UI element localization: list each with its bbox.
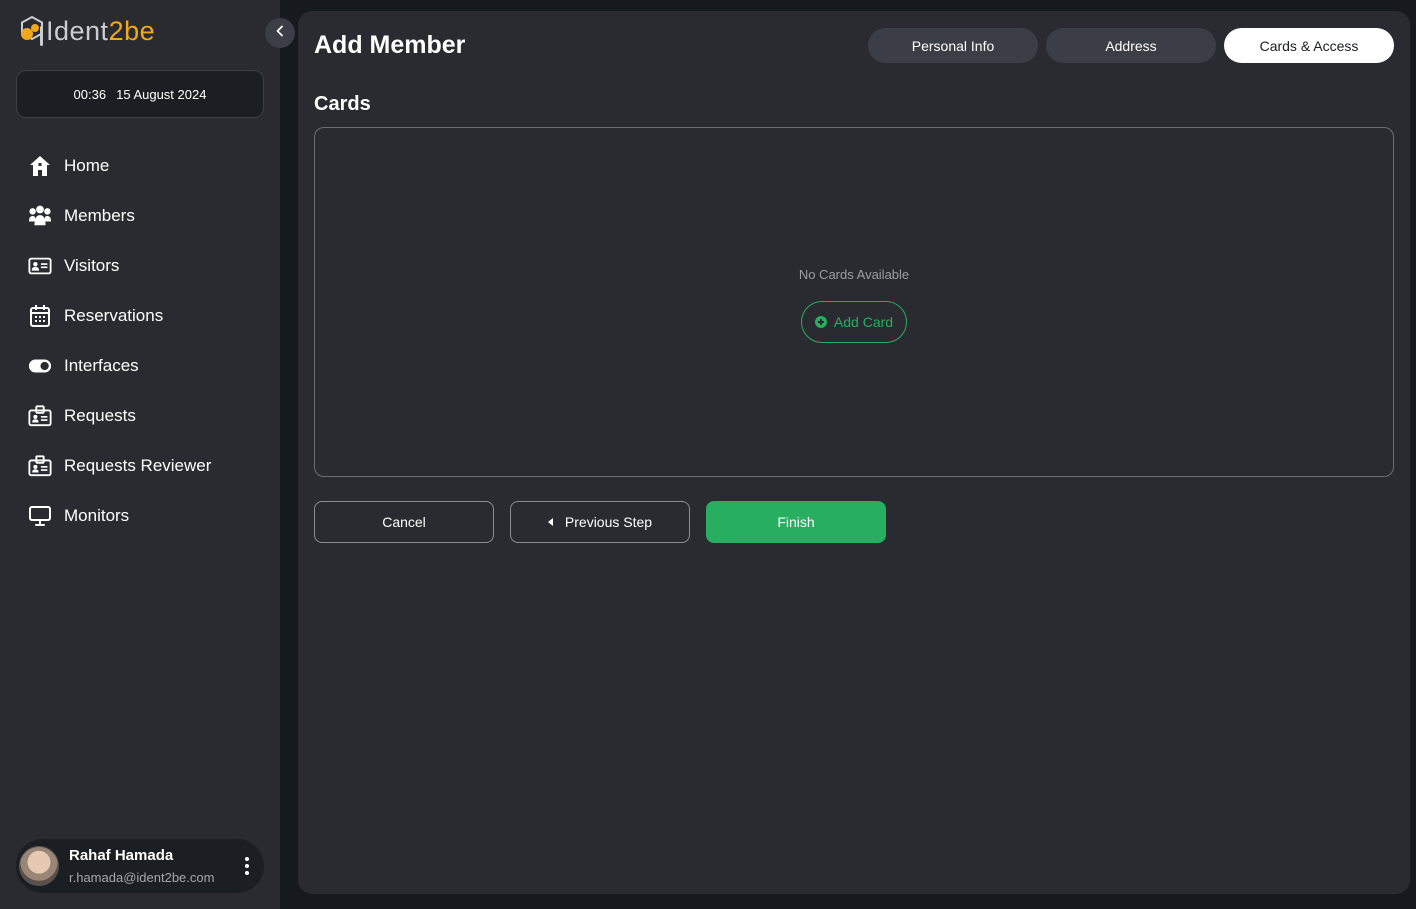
user-email: r.hamada@ident2be.com [69, 870, 215, 885]
clock-time: 00:36 [73, 86, 107, 102]
caret-left-icon [547, 518, 553, 526]
user-name: Rahaf Hamada [69, 847, 174, 864]
user-info: Rahaf Hamada r.hamada@ident2be.com [69, 847, 214, 885]
step-tabs: Personal Info Address Cards & Access [868, 28, 1394, 63]
cards-section-title: Cards [314, 93, 371, 115]
previous-step-button[interactable]: Previous Step [510, 501, 690, 543]
sidebar-item-label: Reservations [64, 306, 164, 325]
collapse-sidebar-button[interactable] [265, 18, 295, 48]
clock-date: 15 August 2024 [116, 86, 207, 102]
main-panel: Add Member Personal Info Address Cards &… [298, 11, 1410, 894]
toggle-icon [28, 354, 52, 378]
sidebar-item-label: Members [64, 206, 135, 225]
sidebar-nav: Home Members Visitors Reservations Inter… [0, 141, 280, 541]
logo-text-part1: Ident [46, 16, 109, 46]
empty-state-text: No Cards Available [798, 267, 910, 282]
tab-cards-access[interactable]: Cards & Access [1224, 28, 1394, 63]
sidebar-item-requests[interactable]: Requests [0, 391, 280, 441]
logo-text: Ident2be [46, 14, 155, 48]
badge-icon [28, 404, 52, 428]
sidebar-item-home[interactable]: Home [0, 141, 280, 191]
sidebar-item-label: Home [64, 156, 110, 175]
monitor-icon [28, 504, 52, 528]
badge-icon [28, 454, 52, 478]
sidebar-item-visitors[interactable]: Visitors [0, 241, 280, 291]
tab-address[interactable]: Address [1046, 28, 1216, 63]
finish-label: Finish [777, 514, 815, 530]
home-icon [28, 154, 52, 178]
plus-circle-icon [814, 316, 827, 328]
previous-step-label: Previous Step [564, 514, 653, 530]
avatar [19, 846, 59, 886]
sidebar-item-interfaces[interactable]: Interfaces [0, 341, 280, 391]
sidebar-item-label: Interfaces [64, 356, 139, 375]
sidebar-item-reservations[interactable]: Reservations [0, 291, 280, 341]
calendar-icon [28, 304, 52, 328]
sidebar-item-label: Visitors [64, 256, 120, 275]
tab-personal-info[interactable]: Personal Info [868, 28, 1038, 63]
members-icon [28, 204, 52, 228]
add-card-label: Add Card [833, 314, 894, 330]
sidebar-item-monitors[interactable]: Monitors [0, 491, 280, 541]
visitor-card-icon [28, 254, 52, 278]
datetime-display: 00:36 15 August 2024 [16, 70, 264, 118]
add-card-button[interactable]: Add Card [801, 301, 907, 343]
sidebar-item-label: Requests [64, 406, 136, 425]
logo-mark-icon [16, 14, 48, 48]
cancel-label: Cancel [382, 514, 426, 530]
chevron-left-icon [275, 24, 285, 42]
sidebar-item-members[interactable]: Members [0, 191, 280, 241]
more-vertical-icon[interactable] [244, 857, 250, 875]
logo: Ident2be [16, 14, 155, 48]
user-profile[interactable]: Rahaf Hamada r.hamada@ident2be.com [16, 839, 264, 893]
logo-text-part2: 2be [108, 16, 156, 46]
sidebar-item-requests-reviewer[interactable]: Requests Reviewer [0, 441, 280, 491]
sidebar-item-label: Requests Reviewer [64, 456, 212, 475]
sidebar: Ident2be 00:36 15 August 2024 Home Membe… [0, 0, 280, 909]
page-title: Add Member [314, 31, 466, 59]
cancel-button[interactable]: Cancel [314, 501, 494, 543]
cards-container: No Cards Available Add Card [314, 127, 1394, 477]
sidebar-item-label: Monitors [64, 506, 130, 525]
form-actions: Cancel Previous Step Finish [314, 501, 886, 543]
finish-button[interactable]: Finish [706, 501, 886, 543]
